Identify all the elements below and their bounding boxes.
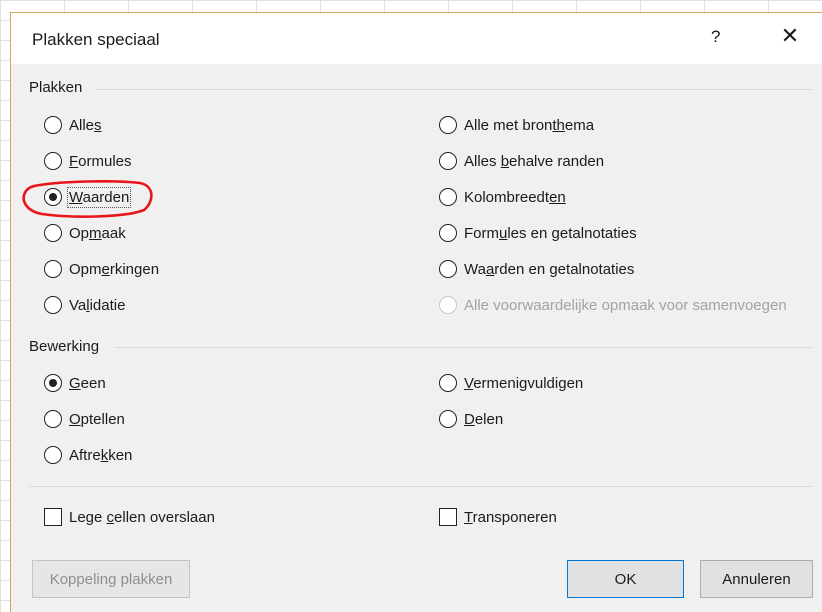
- dialog-title: Plakken speciaal: [32, 30, 160, 49]
- operation-radio[interactable]: [44, 374, 62, 392]
- operation-right-option[interactable]: Vermenigvuldigen: [439, 372, 583, 394]
- transpose-checkbox[interactable]: Transponeren: [439, 506, 557, 528]
- operation-right-label: Delen: [464, 410, 504, 428]
- skip-blanks-box[interactable]: [44, 508, 62, 526]
- paste-option[interactable]: Formules: [44, 150, 132, 172]
- paste-radio[interactable]: [44, 296, 62, 314]
- paste-right-option[interactable]: Alles behalve randen: [439, 150, 604, 172]
- paste-option[interactable]: Opmaak: [44, 222, 126, 244]
- cancel-button[interactable]: Annuleren: [700, 560, 813, 598]
- paste-label: Opmerkingen: [69, 260, 160, 278]
- transpose-box[interactable]: [439, 508, 457, 526]
- paste-right-label: Alle voorwaardelijke opmaak voor samenvo…: [464, 296, 787, 314]
- annotation-circle: [22, 180, 153, 218]
- paste-link-button[interactable]: Koppeling plakken: [32, 560, 190, 598]
- paste-group-label: Plakken: [29, 79, 83, 96]
- paste-right-option[interactable]: Kolombreedten: [439, 186, 566, 208]
- paste-radio[interactable]: [44, 116, 62, 134]
- paste-right-option[interactable]: Alle met bronthema: [439, 114, 594, 136]
- operation-label: Optellen: [69, 410, 125, 428]
- operation-option[interactable]: Aftrekken: [44, 444, 132, 466]
- paste-right-option: Alle voorwaardelijke opmaak voor samenvo…: [439, 294, 787, 316]
- paste-special-dialog: Plakken speciaal ? ✕ Plakken Alles Formul…: [10, 12, 822, 612]
- operation-option[interactable]: Optellen: [44, 408, 125, 430]
- paste-right-radio[interactable]: [439, 152, 457, 170]
- paste-right-label: Kolombreedten: [464, 188, 566, 206]
- paste-option[interactable]: Validatie: [44, 294, 125, 316]
- paste-right-option[interactable]: Formules en getalnotaties: [439, 222, 637, 244]
- options-divider: [29, 486, 812, 487]
- paste-right-radio[interactable]: [439, 224, 457, 242]
- skip-blanks-label: Lege cellen overslaan: [69, 508, 215, 526]
- close-icon[interactable]: ✕: [779, 24, 801, 48]
- paste-label: Formules: [69, 152, 132, 170]
- paste-option[interactable]: Opmerkingen: [44, 258, 159, 280]
- paste-right-label: Formules en getalnotaties: [464, 224, 637, 242]
- paste-right-radio[interactable]: [439, 116, 457, 134]
- operation-right-radio[interactable]: [439, 374, 457, 392]
- paste-label: Validatie: [69, 296, 126, 314]
- paste-right-radio[interactable]: [439, 188, 457, 206]
- paste-radio[interactable]: [44, 224, 62, 242]
- paste-right-label: Alle met bronthema: [464, 116, 595, 134]
- paste-group-divider: [95, 89, 812, 90]
- paste-option[interactable]: Alles: [44, 114, 102, 136]
- paste-right-label: Alles behalve randen: [464, 152, 605, 170]
- operation-option[interactable]: Geen: [44, 372, 106, 394]
- paste-label: Opmaak: [69, 224, 126, 242]
- operation-radio[interactable]: [44, 446, 62, 464]
- operation-right-radio[interactable]: [439, 410, 457, 428]
- paste-radio[interactable]: [44, 152, 62, 170]
- operation-right-label: Vermenigvuldigen: [464, 374, 584, 392]
- transpose-label: Transponeren: [464, 508, 557, 526]
- paste-right-label: Waarden en getalnotaties: [464, 260, 635, 278]
- dialog-titlebar: Plakken speciaal ? ✕: [11, 13, 822, 64]
- operation-radio[interactable]: [44, 410, 62, 428]
- skip-blanks-checkbox[interactable]: Lege cellen overslaan: [44, 506, 215, 528]
- ok-button[interactable]: OK: [567, 560, 684, 598]
- operation-right-option[interactable]: Delen: [439, 408, 503, 430]
- paste-right-option[interactable]: Waarden en getalnotaties: [439, 258, 634, 280]
- paste-right-radio: [439, 296, 457, 314]
- operation-label: Geen: [69, 374, 106, 392]
- paste-label: Alles: [69, 116, 102, 134]
- help-button[interactable]: ?: [711, 27, 720, 47]
- operation-group-label: Bewerking: [29, 338, 100, 355]
- operation-label: Aftrekken: [69, 446, 133, 464]
- operation-group-divider: [115, 347, 812, 348]
- paste-radio[interactable]: [44, 260, 62, 278]
- paste-right-radio[interactable]: [439, 260, 457, 278]
